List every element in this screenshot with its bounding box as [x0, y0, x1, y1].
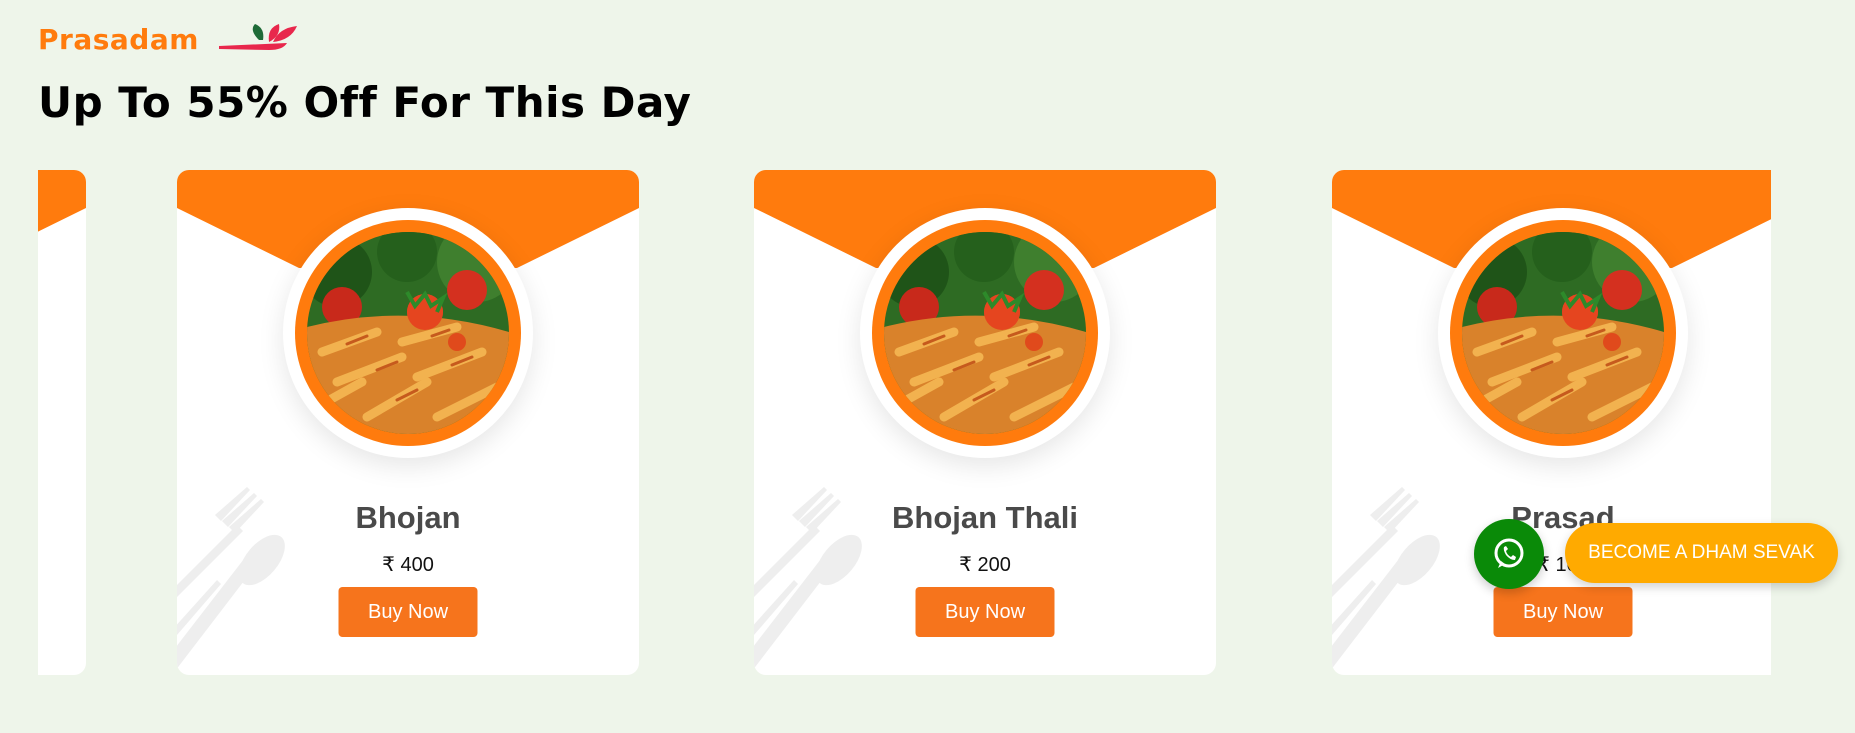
page-title: Up To 55% Off For This Day: [38, 78, 692, 127]
product-image-frame: [283, 208, 533, 458]
product-image-frame: [860, 208, 1110, 458]
whatsapp-button[interactable]: [1474, 519, 1544, 589]
brand[interactable]: Prasadam: [38, 22, 299, 56]
penne-pasta-image[interactable]: [1462, 232, 1664, 434]
product-card-prasad: Prasad ₹ 100 Buy Now: [1332, 170, 1771, 675]
whatsapp-icon: [1494, 538, 1524, 568]
product-card-bhojan-thali: Bhojan Thali ₹ 200 Buy Now: [754, 170, 1216, 675]
buy-now-button[interactable]: Buy Now: [1493, 587, 1633, 637]
buy-now-button[interactable]: Buy Now: [338, 587, 478, 637]
penne-pasta-image[interactable]: [884, 232, 1086, 434]
leaf-spoon-logo-icon: [218, 24, 297, 50]
product-price: ₹ 400: [382, 554, 434, 576]
product-image-frame: [1438, 208, 1688, 458]
product-title: Bhojan: [355, 500, 461, 535]
product-carousel[interactable]: Bhojan ₹ 400 Buy Now Bhojan Thali ₹ 200 …: [38, 170, 1771, 675]
product-card-bhojan: Bhojan ₹ 400 Buy Now: [177, 170, 639, 675]
product-title: Bhojan Thali: [892, 500, 1078, 535]
product-price: ₹ 200: [959, 554, 1011, 576]
become-dham-sevak-button[interactable]: BECOME A DHAM SEVAK: [1565, 523, 1838, 583]
card-banner: [38, 170, 86, 232]
brand-name: Prasadam: [38, 22, 199, 56]
product-card-previous: [38, 170, 86, 675]
buy-now-button[interactable]: Buy Now: [915, 587, 1055, 637]
penne-pasta-image[interactable]: [307, 232, 509, 434]
